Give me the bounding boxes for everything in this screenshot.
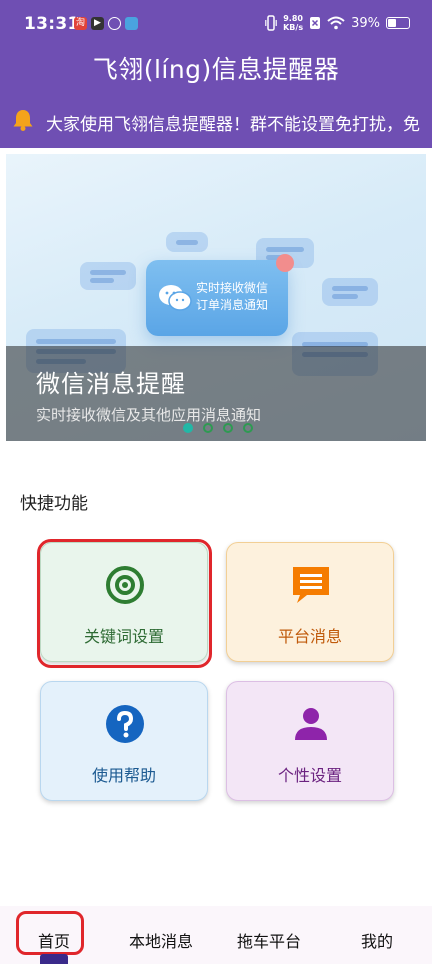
help-label: 使用帮助 bbox=[91, 766, 156, 785]
app-header: 13:31 淘 ▶ 9.80 KB/s 39% 飞翎(líng)信息提醒器 大家… bbox=[0, 0, 432, 148]
carousel-dots bbox=[183, 423, 253, 433]
highlight-box bbox=[37, 539, 212, 668]
battery-icon bbox=[386, 17, 410, 29]
net-speed-value: 9.80 bbox=[283, 14, 303, 23]
wifi-icon bbox=[327, 16, 345, 30]
message-icon bbox=[293, 567, 329, 603]
tab-tow-platform[interactable]: 拖车平台 bbox=[237, 928, 301, 952]
tab-local-messages[interactable]: 本地消息 bbox=[129, 928, 193, 952]
help-button[interactable]: 使用帮助 bbox=[40, 681, 208, 801]
vibrate-icon bbox=[265, 15, 277, 31]
person-icon bbox=[295, 708, 327, 740]
status-bar: 13:31 淘 ▶ 9.80 KB/s 39% bbox=[0, 0, 432, 52]
bubble-line-1: 实时接收微信 bbox=[196, 281, 269, 295]
app-notification-icon: 淘 bbox=[74, 17, 87, 30]
carousel-dot[interactable] bbox=[223, 423, 233, 433]
platform-messages-label: 平台消息 bbox=[277, 627, 342, 646]
carousel-dot[interactable] bbox=[243, 423, 253, 433]
notification-icons: 淘 ▶ bbox=[74, 17, 138, 30]
banner-title: 微信消息提醒 bbox=[36, 370, 186, 398]
carousel-dot[interactable] bbox=[183, 423, 193, 433]
net-speed-unit: KB/s bbox=[283, 23, 304, 32]
app-title: 飞翎(líng)信息提醒器 bbox=[92, 55, 340, 84]
video-app-icon: ▶ bbox=[91, 17, 104, 30]
pencil-icon bbox=[276, 254, 294, 272]
sim-icon bbox=[310, 17, 321, 29]
browser-app-icon bbox=[108, 17, 121, 30]
carousel-dot[interactable] bbox=[203, 423, 213, 433]
gallery-app-icon bbox=[125, 17, 138, 30]
banner-carousel[interactable]: 实时接收微信 订单消息通知 微信消息提醒 实时接收微信及其他应用消息通知 bbox=[6, 154, 426, 441]
wechat-icon bbox=[159, 285, 192, 311]
tab-mine[interactable]: 我的 bbox=[361, 928, 393, 952]
section-title: 快捷功能 bbox=[20, 494, 88, 514]
personal-settings-button[interactable]: 个性设置 bbox=[226, 681, 394, 801]
notice-text: 大家使用飞翎信息提醒器！群不能设置免打扰，免 bbox=[46, 115, 420, 135]
bell-icon bbox=[13, 110, 33, 131]
decor-bubble bbox=[80, 262, 136, 290]
wechat-bubble: 实时接收微信 订单消息通知 bbox=[146, 254, 294, 336]
status-right: 9.80 KB/s 39% bbox=[265, 14, 410, 32]
decor-bubble bbox=[322, 278, 378, 306]
battery-percent: 39% bbox=[351, 15, 380, 31]
decor-bubble bbox=[166, 232, 208, 252]
personal-settings-label: 个性设置 bbox=[277, 766, 342, 785]
highlight-box bbox=[16, 911, 84, 955]
net-speed: 9.80 KB/s bbox=[283, 14, 303, 32]
notice-marquee[interactable]: 大家使用飞翎信息提醒器！群不能设置免打扰，免 bbox=[0, 100, 432, 140]
active-tab-indicator bbox=[40, 954, 68, 964]
bubble-line-2: 订单消息通知 bbox=[196, 298, 269, 312]
status-time: 13:31 bbox=[24, 14, 80, 34]
platform-messages-button[interactable]: 平台消息 bbox=[226, 542, 394, 662]
banner-subtitle: 实时接收微信及其他应用消息通知 bbox=[36, 406, 262, 424]
help-icon bbox=[106, 705, 144, 743]
